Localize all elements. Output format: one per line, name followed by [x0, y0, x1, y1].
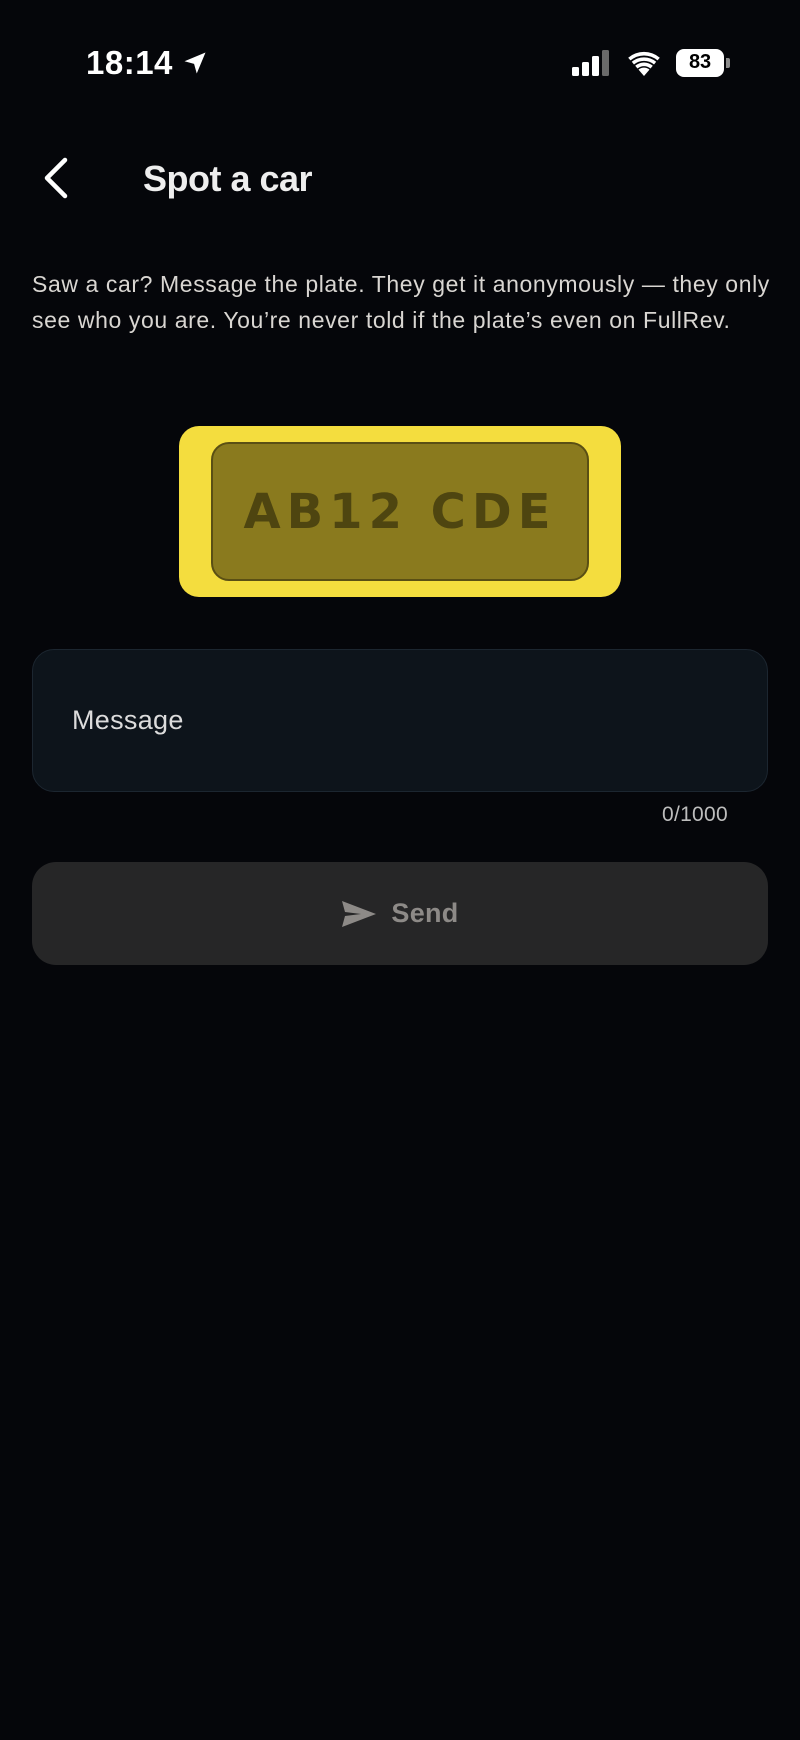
wifi-icon — [628, 51, 660, 76]
message-input[interactable] — [72, 705, 728, 736]
battery-cap — [726, 57, 730, 68]
location-arrow-icon — [184, 52, 206, 74]
status-bar: 18:14 83 — [0, 0, 800, 130]
license-plate-inner: AB12 CDE — [211, 442, 589, 581]
battery-level: 83 — [676, 48, 725, 77]
plate-number: AB12 CDE — [243, 483, 557, 540]
send-button[interactable]: Send — [32, 862, 768, 965]
cellular-signal-icon — [572, 49, 609, 76]
chevron-left-icon — [44, 157, 68, 199]
back-button[interactable] — [36, 152, 76, 204]
character-counter: 0/1000 — [661, 803, 728, 826]
license-plate: AB12 CDE — [179, 426, 621, 597]
message-field[interactable] — [32, 649, 768, 792]
send-icon — [342, 900, 377, 927]
battery-indicator: 83 — [676, 48, 730, 77]
description-text: Saw a car? Message the plate. They get i… — [32, 271, 770, 333]
page-title: Spot a car — [143, 158, 313, 199]
status-time-group: 18:14 — [86, 44, 209, 82]
status-indicators: 83 — [572, 48, 730, 77]
status-time: 18:14 — [86, 44, 173, 81]
send-label: Send — [391, 898, 459, 928]
